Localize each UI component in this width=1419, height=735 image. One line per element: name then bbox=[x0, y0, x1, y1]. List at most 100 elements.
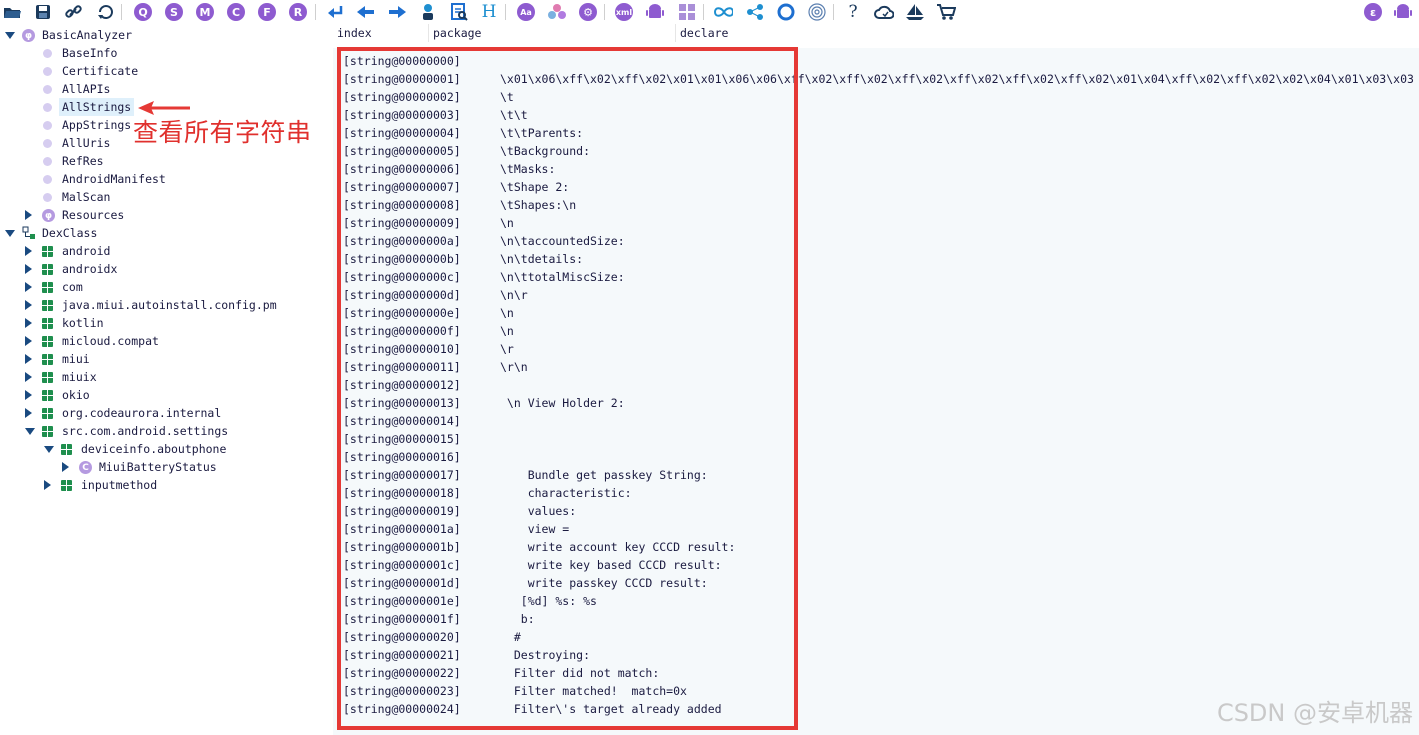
share-icon[interactable] bbox=[745, 2, 765, 22]
expand-arrow-icon[interactable] bbox=[25, 390, 32, 400]
column-header-index[interactable]: index bbox=[333, 24, 429, 42]
tree-item-label: BaseInfo bbox=[62, 46, 118, 60]
save-icon[interactable] bbox=[33, 2, 53, 22]
collapse-arrow-icon[interactable] bbox=[5, 230, 15, 237]
tree-package-inputmethod[interactable]: inputmethod bbox=[0, 476, 333, 494]
help-icon[interactable]: ? bbox=[843, 2, 863, 22]
tree-item-label: AppStrings bbox=[62, 118, 132, 132]
tree-item-label: org.codeaurora.internal bbox=[62, 406, 222, 420]
tree-package[interactable]: androidx bbox=[0, 260, 333, 278]
tree-dot-icon bbox=[43, 67, 52, 76]
expand-arrow-icon[interactable] bbox=[25, 300, 32, 310]
cart-icon[interactable] bbox=[936, 2, 956, 22]
tree-package[interactable]: miui bbox=[0, 350, 333, 368]
gear-icon[interactable]: ⚙ bbox=[578, 2, 598, 22]
q-icon[interactable]: Q bbox=[133, 2, 153, 22]
heading-icon[interactable]: H bbox=[479, 2, 499, 22]
e-icon[interactable]: ε bbox=[1363, 2, 1383, 22]
s-icon[interactable]: S bbox=[164, 2, 184, 22]
resources-icon: φ bbox=[42, 209, 55, 222]
tree-class-miuibatterystatus[interactable]: C MiuiBatteryStatus bbox=[0, 458, 333, 476]
tree-package[interactable]: org.codeaurora.internal bbox=[0, 404, 333, 422]
expand-arrow-icon[interactable] bbox=[44, 480, 51, 490]
tree-package[interactable]: src.com.android.settings bbox=[0, 422, 333, 440]
xml-icon[interactable]: xml bbox=[614, 2, 634, 22]
tree-package[interactable]: java.miui.autoinstall.config.pm bbox=[0, 296, 333, 314]
tree-item-label: miuix bbox=[62, 370, 97, 384]
collapse-arrow-icon[interactable] bbox=[5, 32, 15, 39]
person-icon[interactable] bbox=[418, 2, 438, 22]
tree-package[interactable]: okio bbox=[0, 386, 333, 404]
tree-package-deviceinfo[interactable]: deviceinfo.aboutphone bbox=[0, 440, 333, 458]
tree-item-label: kotlin bbox=[62, 316, 104, 330]
expand-arrow-icon[interactable] bbox=[25, 318, 32, 328]
expand-arrow-icon[interactable] bbox=[25, 372, 32, 382]
refresh-icon[interactable] bbox=[96, 2, 116, 22]
expand-arrow-icon[interactable] bbox=[62, 462, 69, 472]
highlight-box bbox=[337, 47, 798, 730]
tree-item-label: deviceinfo.aboutphone bbox=[81, 442, 227, 456]
f-icon[interactable]: F bbox=[257, 2, 277, 22]
collapse-arrow-icon[interactable] bbox=[44, 446, 54, 453]
android-icon[interactable] bbox=[645, 2, 665, 22]
column-header-declare[interactable]: declare bbox=[676, 24, 1419, 42]
package-icon bbox=[42, 336, 53, 347]
tree-package[interactable]: android bbox=[0, 242, 333, 260]
package-icon bbox=[42, 318, 53, 329]
package-icon bbox=[42, 246, 53, 257]
package-icon bbox=[42, 264, 53, 275]
tree-package[interactable]: miuix bbox=[0, 368, 333, 386]
collapse-arrow-icon[interactable] bbox=[25, 428, 35, 435]
r-icon[interactable]: R bbox=[288, 2, 308, 22]
arrow-right-icon[interactable] bbox=[387, 2, 407, 22]
expand-arrow-icon[interactable] bbox=[25, 264, 32, 274]
windows-icon[interactable] bbox=[677, 2, 697, 22]
tree-basicanalyzer[interactable]: φ BasicAnalyzer bbox=[0, 26, 333, 44]
watermark: CSDN @安卓机器 bbox=[1216, 699, 1413, 727]
toolbar-separator bbox=[833, 4, 834, 20]
analyzer-icon: φ bbox=[22, 29, 35, 42]
m-icon[interactable]: M bbox=[195, 2, 215, 22]
tree-item-allapis[interactable]: AllAPIs bbox=[0, 80, 333, 98]
android-right-icon[interactable] bbox=[1393, 2, 1413, 22]
report-icon[interactable] bbox=[449, 2, 469, 22]
tree-item-baseinfo[interactable]: BaseInfo bbox=[0, 44, 333, 62]
tree-package[interactable]: kotlin bbox=[0, 314, 333, 332]
cloud-icon[interactable] bbox=[874, 2, 894, 22]
tree-item-label: miui bbox=[62, 352, 90, 366]
tree-package[interactable]: com bbox=[0, 278, 333, 296]
boat-icon[interactable] bbox=[905, 2, 925, 22]
tree-item-certificate[interactable]: Certificate bbox=[0, 62, 333, 80]
package-icon bbox=[42, 426, 53, 437]
expand-arrow-icon[interactable] bbox=[25, 246, 32, 256]
package-icon bbox=[42, 372, 53, 383]
fingerprint-icon[interactable] bbox=[807, 2, 827, 22]
tree-item-malscan[interactable]: MalScan bbox=[0, 188, 333, 206]
return-icon[interactable] bbox=[326, 2, 346, 22]
expand-arrow-icon[interactable] bbox=[25, 282, 32, 292]
toolbar-separator bbox=[604, 4, 605, 20]
expand-arrow-icon[interactable] bbox=[25, 210, 32, 220]
tree-item-androidmanifest[interactable]: AndroidManifest bbox=[0, 170, 333, 188]
tree-item-label: RefRes bbox=[62, 154, 104, 168]
link-icon[interactable] bbox=[64, 2, 84, 22]
infinity-icon[interactable] bbox=[713, 2, 733, 22]
tree-item-refres[interactable]: RefRes bbox=[0, 152, 333, 170]
open-folder-icon[interactable] bbox=[2, 2, 22, 22]
tree-item-label: com bbox=[62, 280, 83, 294]
tree-item-label: MalScan bbox=[62, 190, 111, 204]
tree-item-label: AllStrings bbox=[59, 98, 135, 116]
c-icon[interactable]: C bbox=[226, 2, 246, 22]
tree-resources[interactable]: φ Resources bbox=[0, 206, 333, 224]
tree-package[interactable]: micloud.compat bbox=[0, 332, 333, 350]
expand-arrow-icon[interactable] bbox=[25, 336, 32, 346]
expand-arrow-icon[interactable] bbox=[25, 408, 32, 418]
arrow-left-icon[interactable] bbox=[356, 2, 376, 22]
tree-dexclass[interactable]: DexClass bbox=[0, 224, 333, 242]
expand-arrow-icon[interactable] bbox=[25, 354, 32, 364]
column-header-package[interactable]: package bbox=[429, 24, 676, 42]
package-icon bbox=[61, 480, 72, 491]
palette-icon[interactable] bbox=[547, 2, 567, 22]
aa-icon[interactable]: Aa bbox=[516, 2, 536, 22]
ring-icon[interactable] bbox=[776, 2, 796, 22]
